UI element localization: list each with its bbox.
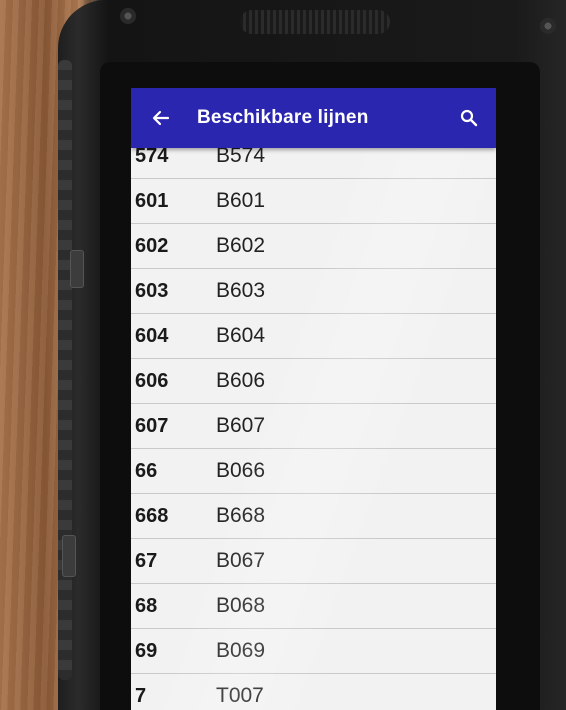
arrow-left-icon: [152, 110, 170, 126]
lines-list[interactable]: 574 B574 601 B601 602 B602 603 B603 604 …: [131, 134, 496, 710]
line-code: B606: [216, 369, 266, 392]
list-item[interactable]: 668 B668: [131, 494, 496, 539]
list-item[interactable]: 606 B606: [131, 359, 496, 404]
list-item[interactable]: 68 B068: [131, 584, 496, 629]
line-number: 67: [135, 549, 158, 572]
screw: [120, 8, 136, 24]
line-code: B668: [216, 504, 266, 527]
phone-speaker: [240, 10, 390, 34]
line-code: B068: [216, 594, 266, 617]
side-key: [62, 535, 76, 577]
line-number: 7: [135, 684, 147, 707]
line-number: 604: [135, 324, 169, 347]
list-item[interactable]: 7 T007: [131, 674, 496, 710]
search-icon: [460, 109, 478, 127]
search-button[interactable]: [442, 88, 496, 148]
line-number: 602: [135, 234, 169, 257]
volume-button: [70, 250, 84, 288]
list-item[interactable]: 602 B602: [131, 224, 496, 269]
line-number: 68: [135, 594, 158, 617]
phone-side-grip: [58, 60, 72, 680]
list-item[interactable]: 66 B066: [131, 449, 496, 494]
line-number: 603: [135, 279, 169, 302]
page-title: Beschikbare lijnen: [197, 107, 369, 128]
screw: [540, 18, 556, 34]
line-number: 668: [135, 504, 169, 527]
back-button[interactable]: [131, 88, 191, 148]
list-item[interactable]: 67 B067: [131, 539, 496, 584]
line-code: B602: [216, 234, 266, 257]
line-code: B603: [216, 279, 266, 302]
list-item[interactable]: 607 B607: [131, 404, 496, 449]
line-code: B601: [216, 189, 266, 212]
list-item[interactable]: 604 B604: [131, 314, 496, 359]
line-number: 69: [135, 639, 158, 662]
line-number: 66: [135, 459, 158, 482]
list-item[interactable]: 601 B601: [131, 179, 496, 224]
list-item[interactable]: 69 B069: [131, 629, 496, 674]
line-code: B066: [216, 459, 266, 482]
line-number: 606: [135, 369, 169, 392]
line-code: B607: [216, 414, 266, 437]
phone-screen: Beschikbare lijnen RET 574 B574 601 B601…: [131, 88, 496, 710]
line-code: B069: [216, 639, 266, 662]
app-bar: Beschikbare lijnen: [131, 88, 496, 148]
line-code: T007: [216, 684, 264, 707]
line-number: 601: [135, 189, 169, 212]
line-code: B067: [216, 549, 266, 572]
line-number: 607: [135, 414, 169, 437]
line-code: B604: [216, 324, 266, 347]
list-item[interactable]: 603 B603: [131, 269, 496, 314]
